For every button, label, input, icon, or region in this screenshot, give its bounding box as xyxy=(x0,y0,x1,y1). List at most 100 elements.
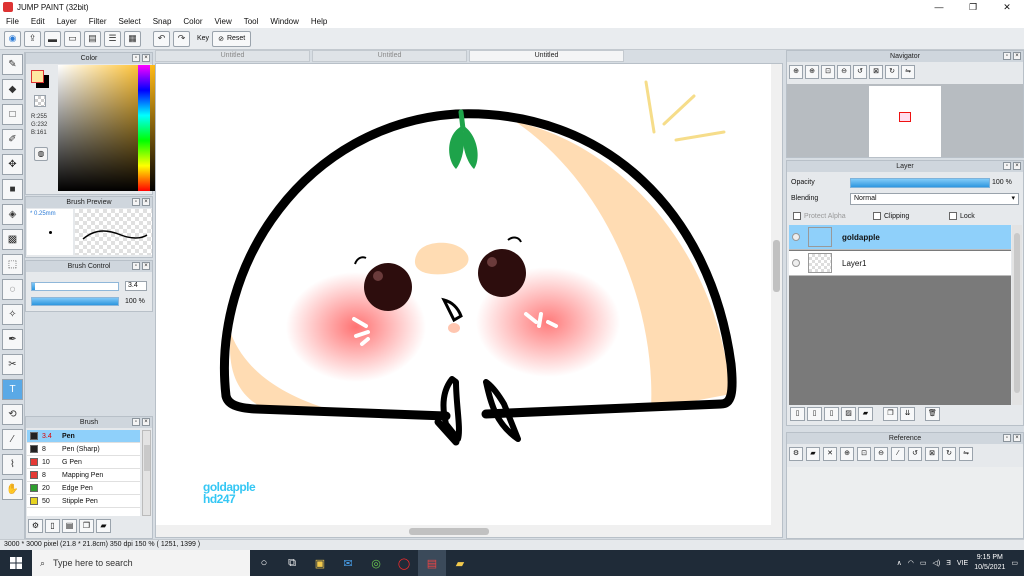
copy-brush-icon[interactable]: ❐ xyxy=(79,519,94,533)
brush-item[interactable]: 20 Edge Pen xyxy=(27,482,140,495)
app-menu-icon[interactable]: ◉ xyxy=(4,30,21,47)
chat-icon[interactable]: ▭ xyxy=(64,30,81,47)
fit-icon[interactable]: ⊡ xyxy=(857,447,871,461)
brush-item[interactable]: 8 Mapping Pen xyxy=(27,469,140,482)
panel-close-icon[interactable]: × xyxy=(142,198,150,206)
brush-item[interactable]: 10 G Pen xyxy=(27,456,140,469)
menu-select[interactable]: Select xyxy=(112,17,146,26)
drawing-canvas[interactable]: goldapple hd247 xyxy=(155,63,783,538)
layer-opacity-slider[interactable] xyxy=(850,178,990,188)
mail-icon[interactable]: ✉ xyxy=(334,550,362,576)
scroll-thumb[interactable] xyxy=(144,445,150,471)
brush-opacity-slider[interactable] xyxy=(31,296,119,306)
select-pen-tool-icon[interactable]: ✒ xyxy=(2,329,23,350)
menu-color[interactable]: Color xyxy=(177,17,208,26)
ime-icon[interactable]: Ǝ xyxy=(946,560,951,567)
zoom-in-icon[interactable]: ⊕ xyxy=(805,65,819,79)
canvas-horizontal-scrollbar[interactable] xyxy=(156,525,782,537)
scroll-thumb[interactable] xyxy=(409,528,489,535)
fill-select-tool-icon[interactable]: ⟲ xyxy=(2,404,23,425)
navigator-view-rect[interactable] xyxy=(899,112,911,122)
select-eraser-tool-icon[interactable]: ✂ xyxy=(2,354,23,375)
scroll-thumb[interactable] xyxy=(1014,233,1020,393)
hue-slider[interactable] xyxy=(138,65,150,191)
brush-folder-icon[interactable]: ▰ xyxy=(96,519,111,533)
menu-tool[interactable]: Tool xyxy=(238,17,265,26)
layer-row-goldapple[interactable]: goldapple xyxy=(789,225,1011,250)
actual-size-icon[interactable]: ⊠ xyxy=(869,65,883,79)
share-icon[interactable]: ⇪ xyxy=(24,30,41,47)
undo-icon[interactable]: ↶ xyxy=(153,30,170,47)
jump-paint-icon[interactable]: ▤ xyxy=(418,550,446,576)
file-explorer-icon[interactable]: ▰ xyxy=(446,550,474,576)
tab-untitled-3[interactable]: Untitled xyxy=(469,50,624,62)
tray-chevron-icon[interactable]: ∧ xyxy=(897,559,902,567)
reference-settings-icon[interactable]: ⚙ xyxy=(789,447,803,461)
menu-help[interactable]: Help xyxy=(305,17,333,26)
brush-item[interactable]: 50 Stipple Pen xyxy=(27,495,140,508)
rotate-left-icon[interactable]: ↺ xyxy=(853,65,867,79)
new-8bit-layer-icon[interactable]: ▯ xyxy=(807,407,822,421)
network-icon[interactable]: ◠ xyxy=(908,559,914,567)
menu-window[interactable]: Window xyxy=(264,17,304,26)
panel-float-icon[interactable]: ▫ xyxy=(1003,52,1011,60)
zoom-out-icon[interactable]: ⊖ xyxy=(874,447,888,461)
brush-size-slider[interactable] xyxy=(31,281,119,291)
layer-list-scrollbar[interactable] xyxy=(1012,225,1022,405)
new-1bit-layer-icon[interactable]: ▯ xyxy=(824,407,839,421)
fill-rect-tool-icon[interactable]: ■ xyxy=(2,179,23,200)
cortana-icon[interactable]: ○ xyxy=(250,550,278,576)
visibility-icon[interactable] xyxy=(792,259,800,267)
menu-filter[interactable]: Filter xyxy=(83,17,113,26)
menu-snap[interactable]: Snap xyxy=(147,17,178,26)
notifications-icon[interactable]: ▭ xyxy=(1011,559,1018,567)
gradient-tool-icon[interactable]: ▩ xyxy=(2,229,23,250)
brush-tool-icon[interactable]: ✎ xyxy=(2,54,23,75)
eyedropper-icon[interactable]: ⁄ xyxy=(891,447,905,461)
grid-icon[interactable]: ▦ xyxy=(124,30,141,47)
eraser-tool-icon[interactable]: ◆ xyxy=(2,79,23,100)
reset-button[interactable]: ⊘ Reset xyxy=(212,30,252,47)
hand-tool-icon[interactable]: ✋ xyxy=(2,479,23,500)
panel-float-icon[interactable]: ▫ xyxy=(132,262,140,270)
reference-view[interactable] xyxy=(787,467,1023,538)
close-reference-icon[interactable]: ✕ xyxy=(823,447,837,461)
taskbar-search[interactable]: ⌕ Type here to search xyxy=(32,550,250,576)
panel-close-icon[interactable]: × xyxy=(1013,162,1021,170)
pen-tool-icon[interactable]: ✐ xyxy=(2,129,23,150)
panel-close-icon[interactable]: × xyxy=(1013,52,1021,60)
panel-float-icon[interactable]: ▫ xyxy=(132,418,140,426)
tab-untitled-1[interactable]: Untitled xyxy=(155,50,310,62)
battery-icon[interactable]: ▭ xyxy=(920,559,927,567)
panel-float-icon[interactable]: ▫ xyxy=(1003,434,1011,442)
delete-layer-icon[interactable]: 🗑 xyxy=(925,407,940,421)
brush-item[interactable]: 8 Pen (Sharp) xyxy=(27,443,140,456)
canvas-vertical-scrollbar[interactable] xyxy=(771,64,782,526)
rect-select-tool-icon[interactable]: ⬚ xyxy=(2,254,23,275)
list-icon[interactable]: ☰ xyxy=(104,30,121,47)
blending-select[interactable]: Normal xyxy=(850,193,1019,205)
rotate-left-icon[interactable]: ↺ xyxy=(908,447,922,461)
navigator-thumbnail[interactable] xyxy=(869,86,941,157)
new-layer-icon[interactable]: ▯ xyxy=(790,407,805,421)
chrome-icon[interactable]: ◎ xyxy=(362,550,390,576)
brush-settings-icon[interactable]: ⚙ xyxy=(28,519,43,533)
minimize-button[interactable]: — xyxy=(922,0,956,14)
brush-menu-icon[interactable]: ▤ xyxy=(62,519,77,533)
menu-edit[interactable]: Edit xyxy=(25,17,51,26)
panel-close-icon[interactable]: × xyxy=(142,418,150,426)
visibility-icon[interactable] xyxy=(792,233,800,241)
store-icon[interactable]: ▣ xyxy=(306,550,334,576)
rectangle-tool-icon[interactable]: □ xyxy=(2,104,23,125)
open-file-icon[interactable]: ▰ xyxy=(806,447,820,461)
volume-icon[interactable]: ◁) xyxy=(933,559,941,567)
tab-untitled-2[interactable]: Untitled xyxy=(312,50,467,62)
maximize-button[interactable]: ❐ xyxy=(956,0,990,14)
menu-file[interactable]: File xyxy=(0,17,25,26)
panel-float-icon[interactable]: ▫ xyxy=(1003,162,1011,170)
eyedropper-tool-icon[interactable]: ⁄ xyxy=(2,429,23,450)
redo-icon[interactable]: ↷ xyxy=(173,30,190,47)
magic-wand-tool-icon[interactable]: ✧ xyxy=(2,304,23,325)
layer-row-layer1[interactable]: Layer1 xyxy=(789,251,1011,276)
menu-layer[interactable]: Layer xyxy=(51,17,83,26)
